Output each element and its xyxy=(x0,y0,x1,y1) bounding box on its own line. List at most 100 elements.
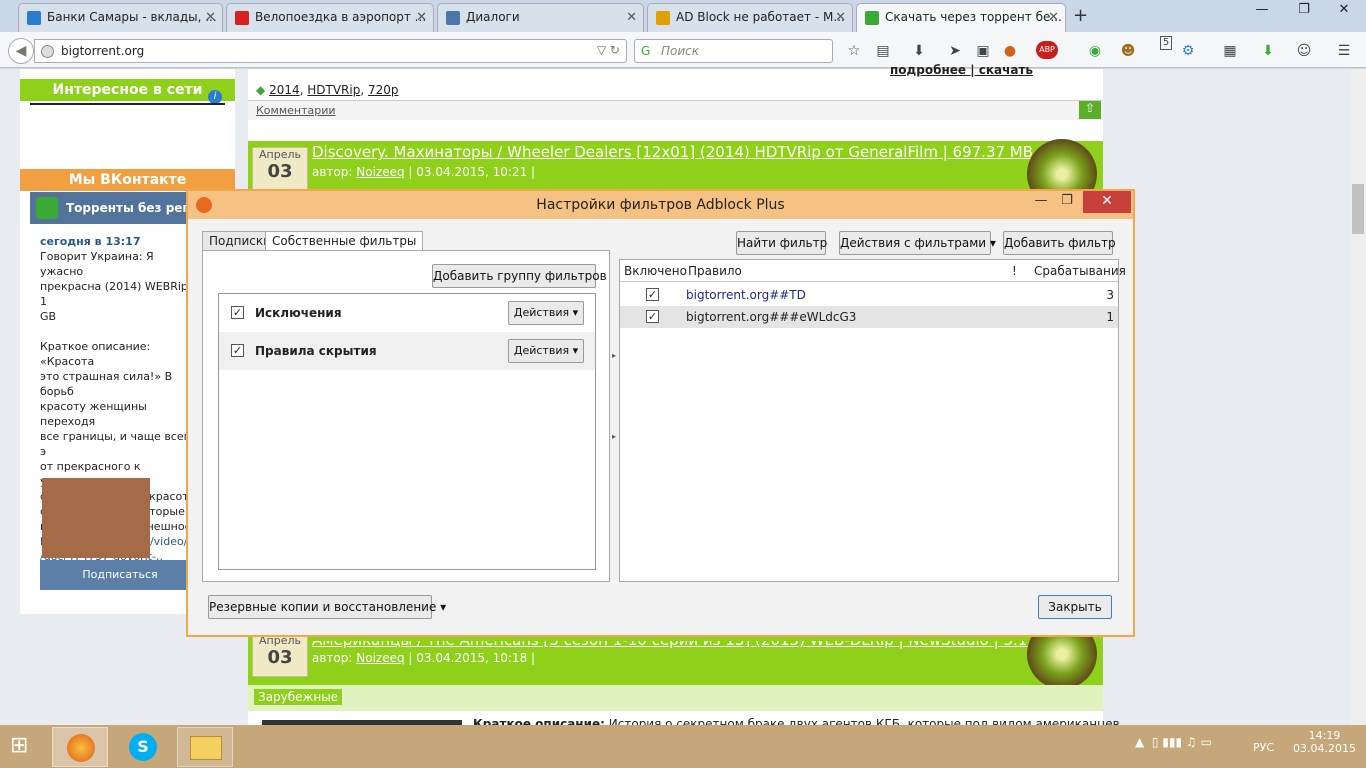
group-actions-button[interactable]: Действия ▾ xyxy=(508,339,584,363)
column-warning[interactable]: ! xyxy=(1012,264,1017,278)
close-icon[interactable]: ✕ xyxy=(205,10,216,25)
vk-post-image[interactable] xyxy=(42,478,150,558)
notes-icon[interactable]: ▦ xyxy=(1220,41,1240,61)
vk-post-line: прекрасна (2014) WEBRip | 1 xyxy=(40,280,196,308)
column-hits[interactable]: Срабатывания xyxy=(1034,264,1126,278)
add-filter-button[interactable]: Добавить фильтр xyxy=(1003,231,1116,255)
filter-actions-button[interactable]: Действия с фильтрами ▾ xyxy=(839,231,996,255)
firefox-icon xyxy=(196,197,212,213)
group-actions-button[interactable]: Действия ▾ xyxy=(508,301,584,325)
scroll-thumb[interactable] xyxy=(1352,184,1364,234)
page-scrollbar[interactable] xyxy=(1350,69,1366,725)
smiley-icon[interactable]: ☺ xyxy=(1294,41,1314,61)
url-text: bigtorrent.org xyxy=(61,44,145,58)
bookmark-star-icon[interactable]: ☆ xyxy=(844,41,864,61)
author-label: автор: xyxy=(312,651,353,665)
group-checkbox[interactable]: ✓ xyxy=(231,306,244,319)
dialog-title-bar[interactable]: Настройки фильтров Adblock Plus — ❐ ✕ xyxy=(188,191,1133,219)
author-label: автор: xyxy=(312,165,353,179)
filter-row[interactable]: ✓ bigtorrent.org##TD 3 xyxy=(620,284,1118,306)
screenshot-icon[interactable]: ▣ xyxy=(973,41,993,61)
adblock-filter-dialog: Настройки фильтров Adblock Plus — ❐ ✕ По… xyxy=(186,189,1135,637)
divider xyxy=(30,103,225,105)
download-icon[interactable]: ⬇ xyxy=(909,41,929,61)
tab-title: Диалоги xyxy=(466,10,520,24)
filter-checkbox[interactable]: ✓ xyxy=(646,310,659,323)
search-placeholder: Поиск xyxy=(661,44,700,58)
maximize-button[interactable]: ❐ xyxy=(1284,0,1324,22)
dialog-close-button[interactable]: ✕ xyxy=(1083,191,1131,213)
close-icon[interactable]: ✕ xyxy=(835,10,846,25)
reload-icon[interactable]: ▽ ↻ xyxy=(597,43,620,57)
post-meta: автор: Noizeeq | 03.04.2015, 10:21 | xyxy=(312,165,535,179)
window-close-button[interactable]: ✕ xyxy=(1324,0,1364,22)
clock[interactable]: 14:19 03.04.2015 xyxy=(1293,729,1356,755)
group-row-hiding-rules[interactable]: ✓ Правила скрытия Действия ▾ xyxy=(219,332,595,370)
find-filter-button[interactable]: Найти фильтр xyxy=(736,231,827,255)
scroll-up-arrow-icon[interactable]: ⇧ xyxy=(1079,101,1101,119)
badge-count[interactable]: 5 xyxy=(1160,36,1172,50)
back-button[interactable]: ◀ xyxy=(8,38,34,64)
monkey-icon[interactable]: ☻ xyxy=(1118,41,1138,61)
tab-dialogs[interactable]: Диалоги ✕ xyxy=(437,3,644,32)
close-icon[interactable]: ✕ xyxy=(1048,10,1059,25)
language-indicator[interactable]: РУС xyxy=(1253,741,1274,754)
send-icon[interactable]: ➤ xyxy=(945,41,965,61)
firefox-taskbar-button[interactable] xyxy=(52,727,108,767)
explorer-taskbar-button[interactable] xyxy=(177,727,233,767)
skype-taskbar-button[interactable]: S xyxy=(115,727,171,767)
tab-banks[interactable]: Банки Самары - вклады, ... ✕ xyxy=(18,3,223,32)
addon-face-icon[interactable]: ● xyxy=(1000,41,1020,61)
tab-bar: Банки Самары - вклады, ... ✕ Велопоездка… xyxy=(0,0,1366,32)
info-icon[interactable]: i xyxy=(208,90,222,104)
author-link[interactable]: Noizeeq xyxy=(356,651,404,665)
column-rule[interactable]: Правило xyxy=(688,264,742,278)
translate-icon[interactable]: ⚙ xyxy=(1178,41,1198,61)
group-checkbox[interactable]: ✓ xyxy=(231,344,244,357)
filter-row[interactable]: ✓ bigtorrent.org###eWLdcG3 1 xyxy=(620,306,1118,328)
close-icon[interactable]: ✕ xyxy=(416,10,427,25)
tag-link[interactable]: 2014 xyxy=(269,83,300,97)
windows-start-icon[interactable]: ⊞ xyxy=(10,733,38,761)
tab-torrent[interactable]: Скачать через торрент бе... ✕ xyxy=(856,3,1066,32)
tab-adblock[interactable]: AD Block не работает - M... ✕ xyxy=(647,3,853,32)
comments-link[interactable]: Комментарии xyxy=(248,100,1103,120)
filter-checkbox[interactable]: ✓ xyxy=(646,288,659,301)
dialog-minimize-button[interactable]: — xyxy=(1027,191,1055,213)
addon-green-icon[interactable]: ◉ xyxy=(1085,41,1105,61)
details-download-links[interactable]: подробнее | скачать xyxy=(890,63,1033,77)
close-dialog-button[interactable]: Закрыть xyxy=(1038,595,1112,619)
post-discovery: Апрель 03 Discovery. Махинаторы / Wheele… xyxy=(248,139,1103,209)
add-filter-group-button[interactable]: Добавить группу фильтров xyxy=(432,264,607,288)
url-bar[interactable]: bigtorrent.org ▽ ↻ xyxy=(34,39,627,63)
tray-icons[interactable]: ▲ ▯ ▮▮▮ ♫ ▭ xyxy=(1135,735,1212,749)
green-download-icon[interactable]: ⬇ xyxy=(1258,41,1278,61)
tab-custom-filters[interactable]: Собственные фильтры xyxy=(265,231,424,251)
tab-velo[interactable]: Велопоездка в аэропорт ... ✕ xyxy=(226,3,434,32)
post-date: | 03.04.2015, 10:21 | xyxy=(408,165,536,179)
tag-link[interactable]: HDTVRip xyxy=(307,83,360,97)
group-row-exceptions[interactable]: ✓ Исключения Действия ▾ xyxy=(219,294,595,332)
post-day: 03 xyxy=(267,161,293,182)
vk-subscribe-button[interactable]: Подписаться xyxy=(40,560,200,590)
dialog-maximize-button[interactable]: ❐ xyxy=(1053,191,1081,213)
column-enabled[interactable]: Включено xyxy=(624,264,687,278)
adblock-plus-icon[interactable]: ABP xyxy=(1036,41,1058,59)
close-icon[interactable]: ✕ xyxy=(626,10,637,25)
search-input[interactable]: G Поиск xyxy=(634,39,833,63)
author-link[interactable]: Noizeeq xyxy=(356,165,404,179)
post-title-link[interactable]: Discovery. Махинаторы / Wheeler Dealers … xyxy=(312,143,1033,161)
panel-splitter[interactable]: ▸ ▸ xyxy=(612,351,618,471)
tab-title: AD Block не работает - M... xyxy=(676,10,845,24)
backup-restore-button[interactable]: Резервные копии и восстановление ▾ xyxy=(208,595,446,619)
tab-title: Велопоездка в аэропорт ... xyxy=(255,10,427,24)
vk-post-line: красоту женщины переходя xyxy=(40,400,147,428)
tag-link[interactable]: 720p xyxy=(368,83,399,97)
table-header: Включено Правило ! Срабатывания xyxy=(620,260,1126,282)
reading-list-icon[interactable]: ▤ xyxy=(873,41,893,61)
new-tab-button[interactable]: + xyxy=(1073,5,1088,26)
menu-icon[interactable]: ☰ xyxy=(1334,41,1354,61)
category-tag[interactable]: Зарубежные xyxy=(254,689,343,705)
minimize-button[interactable]: — xyxy=(1242,0,1282,22)
tags-row: ◆ 2014, HDTVRip, 720p xyxy=(256,83,399,97)
